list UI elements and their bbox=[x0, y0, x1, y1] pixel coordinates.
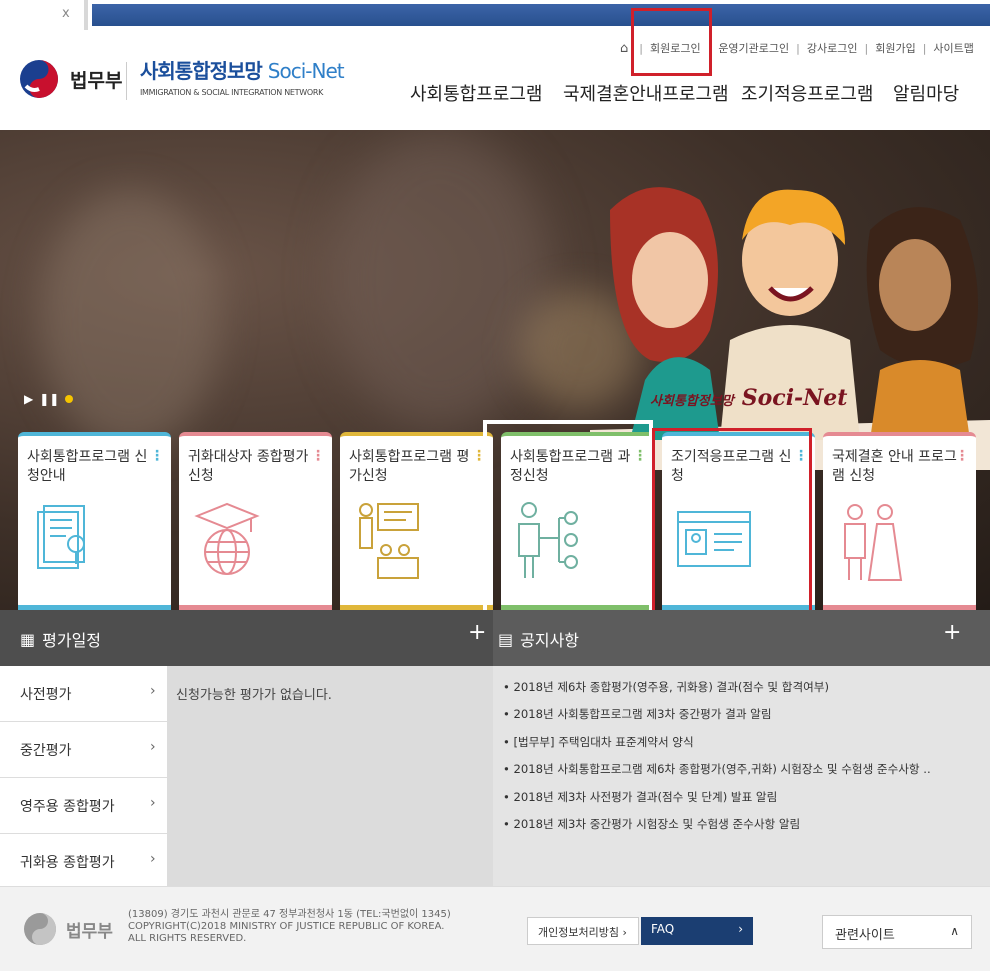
card-title: 귀화대상자 종합평가 신청 bbox=[188, 449, 309, 484]
notice-item-text: 2018년 제3차 사전평가 결과(점수 및 단계) 발표 알림 bbox=[513, 789, 778, 804]
notice-more-button[interactable]: + bbox=[943, 620, 961, 645]
notice-item[interactable]: • 2018년 제6차 종합평가(영주용, 귀화용) 결과(점수 및 합격여부) bbox=[503, 679, 931, 706]
notice-item[interactable]: • [법무부] 주택임대차 표준계약서 양식 bbox=[503, 734, 931, 761]
chevron-right-icon: › bbox=[150, 795, 156, 811]
util-separator: | bbox=[922, 41, 927, 55]
nav-international-marriage[interactable]: 국제결혼안내프로그램 bbox=[563, 80, 729, 106]
early-adaptation-highlight-box bbox=[652, 428, 812, 624]
login-highlight-box bbox=[631, 8, 712, 76]
classroom-presentation-icon bbox=[359, 503, 419, 579]
operator-login-link[interactable]: 운영기관로그인 bbox=[718, 40, 789, 56]
browser-tab-strip: x bbox=[0, 0, 990, 30]
hero-blur bbox=[330, 130, 550, 430]
chevron-right-icon: › bbox=[738, 922, 743, 936]
signup-link[interactable]: 회원가입 bbox=[875, 40, 915, 56]
notice-item-text: 2018년 사회통합프로그램 제6차 종합평가(영주,귀화) 시험장소 및 수험… bbox=[513, 762, 931, 777]
browser-address-bar[interactable] bbox=[92, 4, 990, 26]
footer-logo: 법무부 bbox=[22, 911, 113, 947]
book-magnifier-icon bbox=[37, 505, 85, 569]
notice-item[interactable]: • 2018년 제3차 사전평가 결과(점수 및 단계) 발표 알림 bbox=[503, 789, 931, 816]
notice-list: • 2018년 제6차 종합평가(영주용, 귀화용) 결과(점수 및 합격여부)… bbox=[503, 679, 931, 843]
notice-panel: • 2018년 제6차 종합평가(영주용, 귀화용) 결과(점수 및 합격여부)… bbox=[493, 666, 990, 886]
related-sites-select[interactable]: 관련사이트 ∧ bbox=[822, 915, 972, 949]
nav-early-adaptation[interactable]: 조기적응프로그램 bbox=[741, 80, 873, 106]
schedule-item-label: 영주용 종합평가 bbox=[20, 799, 115, 815]
card-evaluation-apply[interactable]: 사회통합프로그램 평가신청 ⋮ bbox=[340, 432, 493, 610]
schedule-panel: 사전평가 › 중간평가 › 영주용 종합평가 › 귀화용 종합평가 › 신청가능… bbox=[0, 666, 493, 886]
schedule-item-label: 귀화용 종합평가 bbox=[20, 855, 115, 871]
notice-item[interactable]: • 2018년 제3차 중간평가 시험장소 및 수험생 준수사항 알림 bbox=[503, 816, 931, 843]
card-international-marriage[interactable]: 국제결혼 안내 프로그램 신청 ⋮ bbox=[823, 432, 976, 610]
graduation-globe-icon bbox=[194, 502, 260, 575]
hero-blur bbox=[40, 190, 220, 450]
card-title: 사회통합프로그램 신청안내 bbox=[27, 449, 148, 484]
pause-icon[interactable]: ❚❚ bbox=[39, 392, 59, 406]
notice-title: ▤ 공지사항 bbox=[498, 627, 579, 651]
nav-social-integration[interactable]: 사회통합프로그램 bbox=[410, 80, 542, 106]
notice-item[interactable]: • 2018년 사회통합프로그램 제3차 중간평가 결과 알림 bbox=[503, 706, 931, 733]
notice-item-text: 2018년 사회통합프로그램 제3차 중간평가 결과 알림 bbox=[513, 707, 772, 722]
course-card-highlight-box bbox=[483, 420, 653, 623]
schedule-title: ▦ 평가일정 bbox=[20, 627, 101, 651]
footer-rights: ALL RIGHTS RESERVED. bbox=[128, 933, 247, 944]
tab-close-button[interactable]: x bbox=[62, 6, 70, 21]
notice-board-icon: ▤ bbox=[498, 629, 514, 649]
notice-item[interactable]: • 2018년 사회통합프로그램 제6차 종합평가(영주,귀화) 시험장소 및 … bbox=[503, 761, 931, 788]
notice-item-text: [법무부] 주택임대차 표준계약서 양식 bbox=[513, 734, 694, 749]
card-title: 국제결혼 안내 프로그램 신청 bbox=[832, 449, 957, 484]
schedule-item-pre-test[interactable]: 사전평가 › bbox=[0, 666, 167, 722]
card-more-icon[interactable]: ⋮ bbox=[311, 448, 325, 464]
schedule-menu: 사전평가 › 중간평가 › 영주용 종합평가 › 귀화용 종합평가 › bbox=[0, 666, 167, 886]
site-footer: 법무부 (13809) 경기도 과천시 관문로 47 정부과천청사 1동 (TE… bbox=[0, 886, 990, 971]
instructor-login-link[interactable]: 강사로그인 bbox=[807, 40, 858, 56]
schedule-item-residency-test[interactable]: 영주용 종합평가 › bbox=[0, 778, 167, 834]
schedule-item-naturalization-test[interactable]: 귀화용 종합평가 › bbox=[0, 834, 167, 890]
schedule-item-label: 중간평가 bbox=[20, 743, 72, 759]
chevron-right-icon: › bbox=[150, 683, 156, 699]
hero-slogan: 사회통합정보망 Soci-Net bbox=[650, 385, 847, 411]
page: x 법무부 사회통합정보망 Soci-Net IMMIGRATION & SOC… bbox=[0, 0, 990, 971]
privacy-policy-button[interactable]: 개인정보처리방침 › bbox=[527, 917, 639, 945]
schedule-empty-message: 신청가능한 평가가 없습니다. bbox=[176, 688, 332, 703]
faq-button[interactable]: FAQ › bbox=[641, 917, 753, 945]
schedule-item-label: 사전평가 bbox=[20, 687, 72, 703]
slide-controls: ▶ ❚❚ bbox=[24, 392, 74, 406]
chevron-right-icon: › bbox=[150, 739, 156, 755]
schedule-more-button[interactable]: + bbox=[468, 620, 486, 645]
calendar-icon: ▦ bbox=[20, 629, 36, 649]
play-icon[interactable]: ▶ bbox=[24, 392, 33, 406]
card-social-integration-guide[interactable]: 사회통합프로그램 신청안내 ⋮ bbox=[18, 432, 171, 610]
card-naturalization-exam[interactable]: 귀화대상자 종합평가 신청 ⋮ bbox=[179, 432, 332, 610]
slogan-en: Soci-Net bbox=[741, 385, 848, 411]
notice-item-text: 2018년 제6차 종합평가(영주용, 귀화용) 결과(점수 및 합격여부) bbox=[513, 680, 829, 694]
util-separator: | bbox=[796, 41, 800, 55]
card-title: 사회통합프로그램 평가신청 bbox=[349, 449, 470, 484]
card-more-icon[interactable]: ⋮ bbox=[150, 448, 164, 464]
footer-address: (13809) 경기도 과천시 관문로 47 정부과천청사 1동 (TEL:국번… bbox=[128, 909, 451, 945]
tab-divider bbox=[84, 0, 88, 30]
chevron-right-icon: › bbox=[150, 851, 156, 867]
nav-notice-board[interactable]: 알림마당 bbox=[893, 80, 959, 106]
slide-indicator-dot[interactable] bbox=[65, 395, 74, 403]
taegeuk-emblem-icon bbox=[24, 913, 56, 945]
util-separator: | bbox=[864, 41, 869, 55]
schedule-item-mid-test[interactable]: 중간평가 › bbox=[0, 722, 167, 778]
notice-title-text: 공지사항 bbox=[520, 631, 580, 650]
slogan-ko: 사회통합정보망 bbox=[650, 394, 734, 409]
notice-item-text: 2018년 제3차 중간평가 시험장소 및 수험생 준수사항 알림 bbox=[513, 816, 801, 831]
sitemap-link[interactable]: 사이트맵 bbox=[933, 40, 973, 56]
footer-copyright: COPYRIGHT(C)2018 MINISTRY OF JUSTICE REP… bbox=[128, 921, 445, 932]
main-nav: 사회통합프로그램 국제결혼안내프로그램 조기적응프로그램 알림마당 bbox=[0, 80, 990, 110]
footer-ministry-name: 법무부 bbox=[66, 921, 113, 942]
related-sites-label: 관련사이트 bbox=[835, 928, 895, 943]
home-icon[interactable]: ⌂ bbox=[620, 41, 628, 56]
footer-address-line: (13809) 경기도 과천시 관문로 47 정부과천청사 1동 (TEL:국번… bbox=[128, 909, 451, 920]
chevron-up-icon: ∧ bbox=[950, 924, 959, 938]
card-more-icon[interactable]: ⋮ bbox=[955, 448, 969, 464]
wedding-couple-icon bbox=[844, 504, 903, 581]
faq-label: FAQ bbox=[651, 922, 675, 936]
schedule-title-text: 평가일정 bbox=[42, 631, 102, 650]
